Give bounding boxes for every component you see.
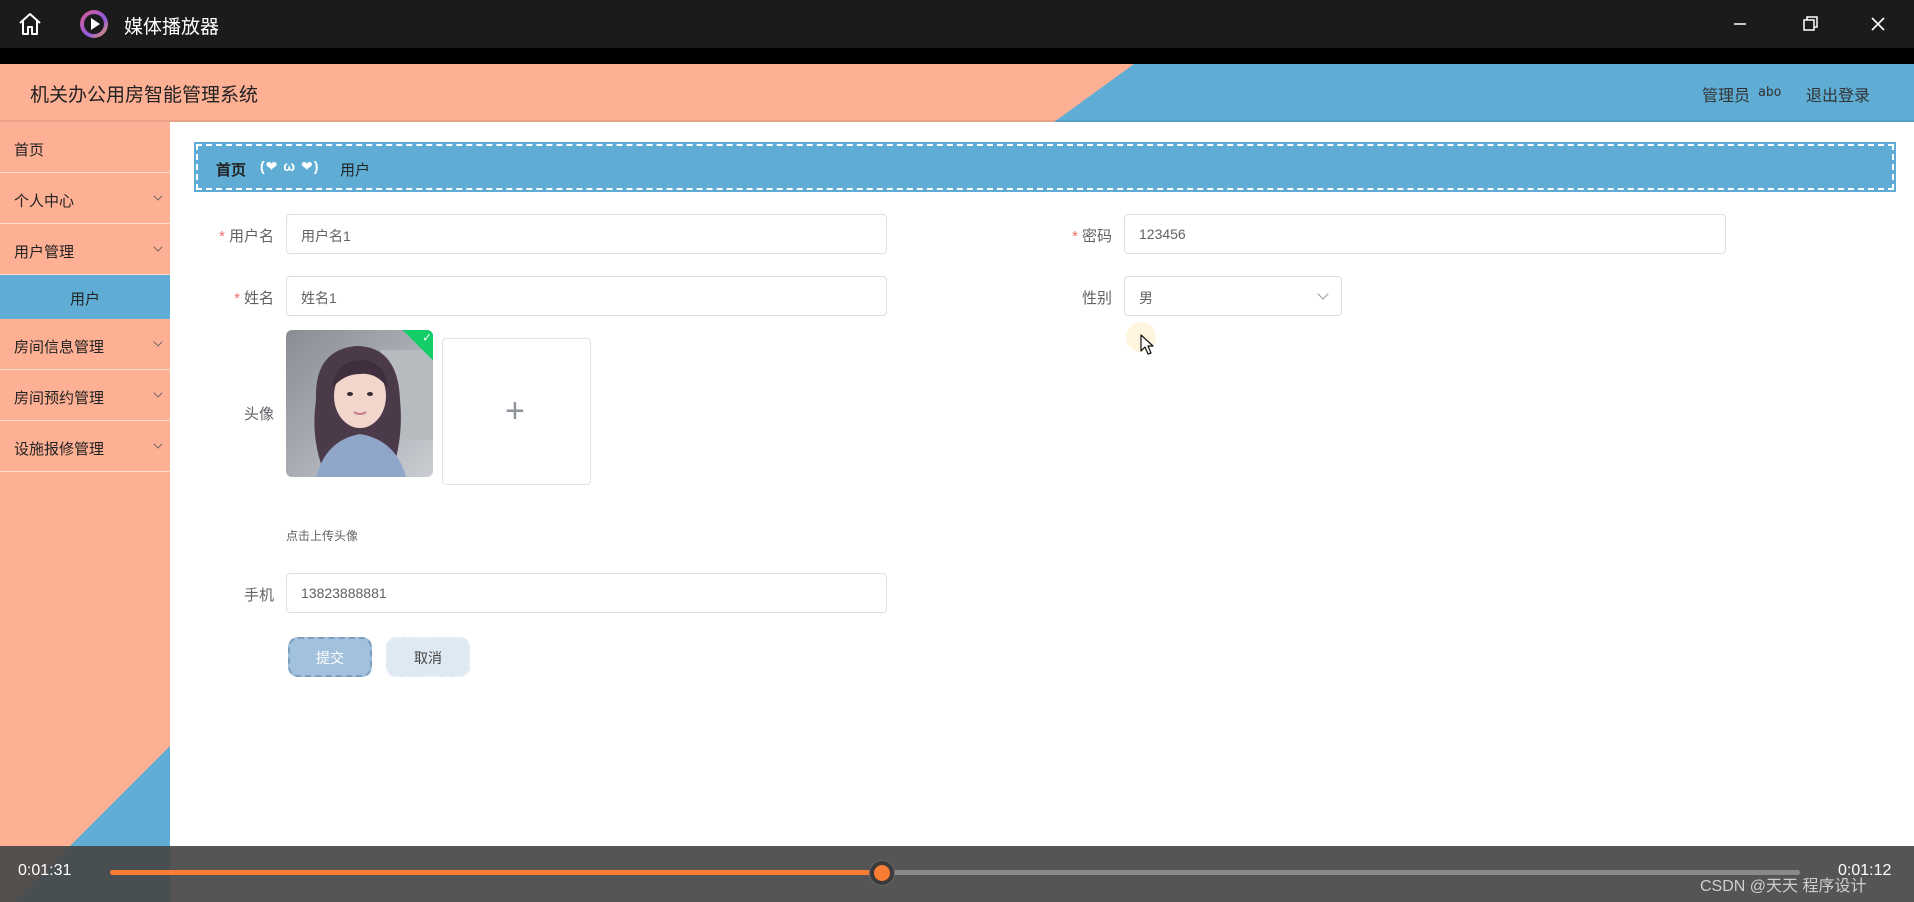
sidebar-item-home[interactable]: 首页 bbox=[0, 122, 170, 173]
sidebar-item-facility-repair[interactable]: 设施报修管理 bbox=[0, 421, 170, 472]
home-icon[interactable] bbox=[16, 10, 44, 38]
current-time: 0:01:31 bbox=[18, 862, 72, 879]
check-icon: ✓ bbox=[421, 330, 433, 345]
password-input[interactable]: 123456 bbox=[1124, 214, 1726, 254]
header-shadow bbox=[0, 120, 1914, 122]
plus-icon: + bbox=[505, 392, 525, 430]
breadcrumb: 首页 (❤ ω ❤) 用户 bbox=[194, 142, 1896, 192]
sidebar-item-label: 用户 bbox=[69, 291, 100, 308]
sidebar-item-room-booking[interactable]: 房间预约管理 bbox=[0, 370, 170, 421]
sidebar-subitem-users[interactable]: 用户 bbox=[0, 275, 170, 319]
sidebar-item-label: 房间信息管理 bbox=[14, 339, 105, 356]
chevron-down-icon bbox=[153, 191, 163, 201]
chevron-down-icon bbox=[153, 388, 163, 398]
watermark: CSDN @天天 程序设计 bbox=[1700, 878, 1867, 895]
app-title: 机关办公用房智能管理系统 bbox=[30, 85, 259, 106]
seek-bar[interactable] bbox=[110, 861, 1800, 885]
sidebar-item-label: 房间预约管理 bbox=[14, 390, 105, 407]
password-label: * 密码 bbox=[1072, 228, 1112, 245]
sidebar-item-room-info[interactable]: 房间信息管理 bbox=[0, 319, 170, 370]
avatar-label: 头像 bbox=[243, 406, 274, 423]
player-titlebar: 媒体播放器 bbox=[0, 0, 1914, 48]
close-icon[interactable] bbox=[1854, 8, 1902, 40]
sidebar-item-personal-center[interactable]: 个人中心 bbox=[0, 173, 170, 224]
breadcrumb-separator: (❤ ω ❤) bbox=[260, 158, 320, 174]
cancel-button[interactable]: 取消 bbox=[386, 637, 470, 677]
chevron-down-icon bbox=[153, 337, 163, 347]
sidebar-item-label: 用户管理 bbox=[14, 244, 75, 261]
sidebar: 首页 个人中心 用户管理 用户 房间信息管理 房间预约管理 设施报修管理 bbox=[0, 122, 170, 902]
chevron-down-icon bbox=[153, 242, 163, 252]
username-label: * 用户名 bbox=[219, 228, 274, 245]
player-title: 媒体播放器 bbox=[124, 17, 220, 38]
video-letterbox bbox=[0, 48, 1914, 64]
header-salmon-shape bbox=[0, 64, 1134, 122]
minimize-icon[interactable] bbox=[1716, 8, 1764, 40]
submit-button[interactable]: 提交 bbox=[288, 637, 372, 677]
seek-bar-progress bbox=[110, 870, 883, 875]
seek-bar-thumb[interactable] bbox=[870, 861, 895, 885]
chevron-down-icon bbox=[153, 439, 163, 449]
username-input[interactable]: 用户名1 bbox=[286, 214, 887, 254]
player-controls: 0:01:31 0:01:12 CSDN @天天 程序设计 bbox=[0, 846, 1914, 902]
gender-selected-value: 男 bbox=[1139, 290, 1153, 306]
mouse-pointer-icon bbox=[1140, 334, 1154, 355]
phone-label: 手机 bbox=[243, 587, 274, 604]
admin-role-label: 管理员 bbox=[1702, 88, 1751, 105]
gender-select[interactable]: 男 bbox=[1124, 276, 1342, 316]
avatar-upload-tip: 点击上传头像 bbox=[286, 529, 359, 543]
phone-input[interactable]: 13823888881 bbox=[286, 573, 887, 613]
gender-label: 性别 bbox=[1081, 290, 1112, 307]
media-player-logo-icon bbox=[80, 10, 108, 38]
avatar-photo bbox=[286, 330, 433, 477]
logout-link[interactable]: 退出登录 bbox=[1806, 82, 1870, 106]
name-input[interactable]: 姓名1 bbox=[286, 276, 887, 316]
admin-username: abo bbox=[1758, 85, 1782, 100]
sidebar-item-user-management[interactable]: 用户管理 bbox=[0, 224, 170, 275]
sidebar-item-label: 设施报修管理 bbox=[14, 441, 105, 458]
restore-icon[interactable] bbox=[1786, 8, 1834, 40]
breadcrumb-current: 用户 bbox=[340, 162, 371, 179]
avatar-image[interactable]: ✓ bbox=[286, 330, 433, 477]
chevron-down-icon bbox=[1317, 288, 1329, 300]
name-label: * 姓名 bbox=[234, 290, 274, 307]
sidebar-item-label: 个人中心 bbox=[14, 193, 75, 210]
avatar-upload-button[interactable]: + bbox=[442, 338, 591, 485]
app-header: 机关办公用房智能管理系统 管理员 abo 退出登录 bbox=[0, 64, 1914, 122]
sidebar-item-label: 首页 bbox=[14, 142, 45, 159]
breadcrumb-home[interactable]: 首页 bbox=[216, 159, 246, 180]
